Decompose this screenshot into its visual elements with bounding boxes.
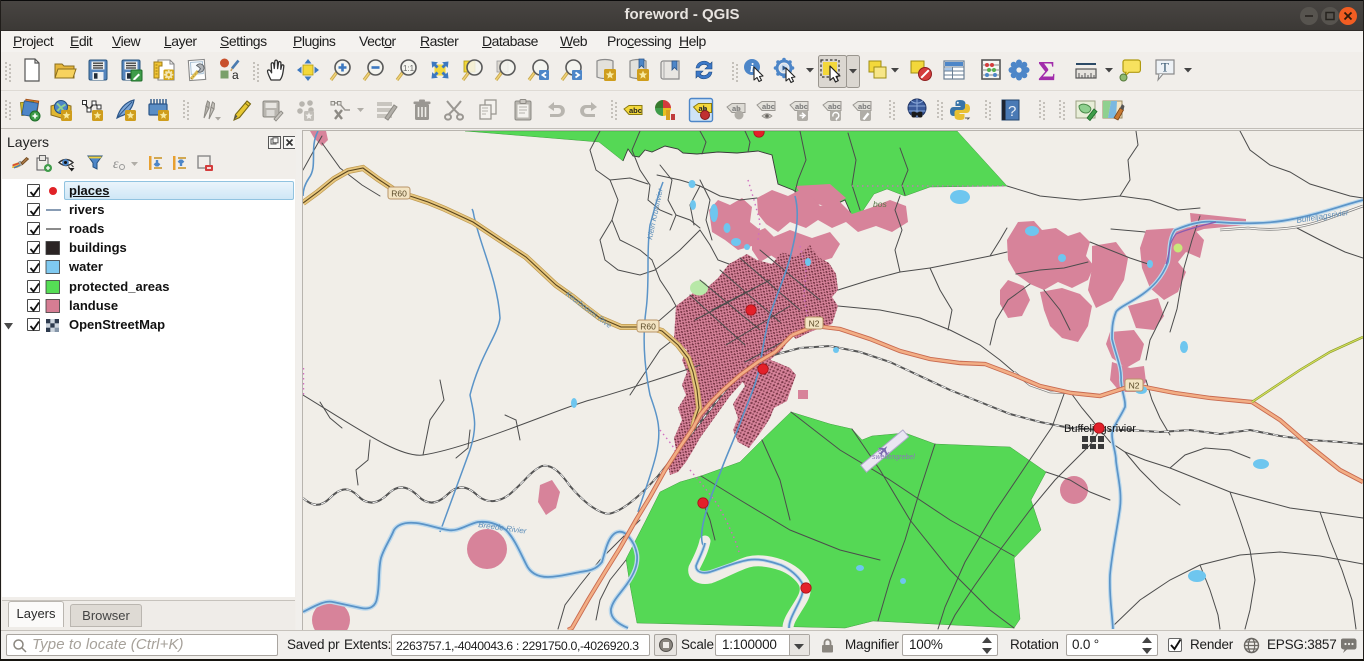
svg-text:i: i [750,60,754,75]
svg-text:abc: abc [762,102,775,111]
svg-text:abc: abc [629,106,642,115]
svg-text:R60: R60 [640,322,656,332]
svg-text:?: ? [1008,103,1016,120]
svg-text:ε: ε [113,157,119,172]
svg-text:T: T [1161,60,1169,75]
svg-text:bos: bos [873,199,887,209]
svg-text:swellengrebel: swellengrebel [872,454,915,461]
svg-text:1:1: 1:1 [403,64,415,73]
svg-text:N2: N2 [1129,381,1140,391]
svg-text:abc: abc [795,102,808,111]
svg-text:R60: R60 [391,189,407,199]
svg-text:abc: abc [858,102,871,111]
svg-text:abc: abc [828,102,841,111]
svg-text:N2: N2 [809,319,820,329]
svg-text:Σ: Σ [1038,56,1056,86]
svg-text:a: a [232,68,239,82]
